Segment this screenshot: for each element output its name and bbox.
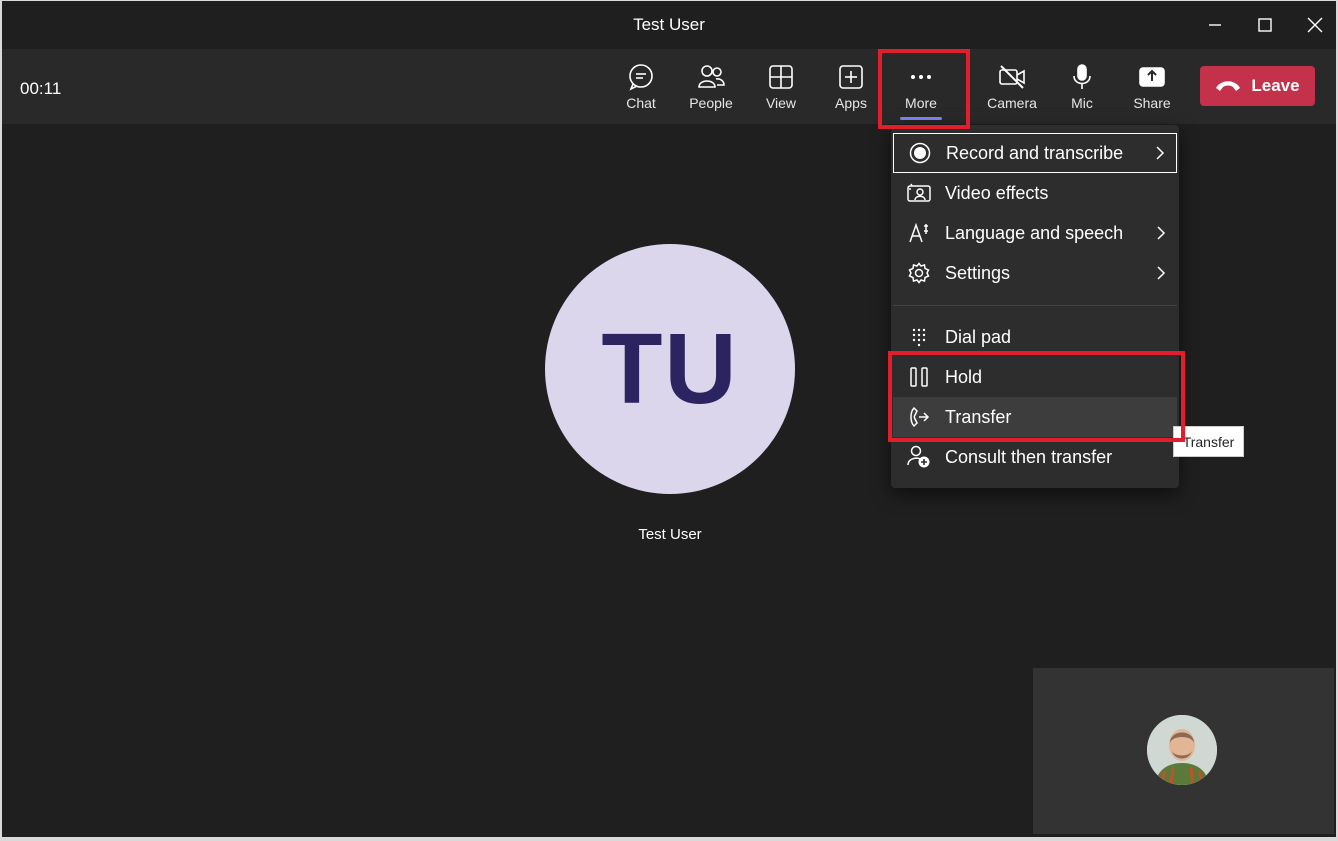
minimize-icon bbox=[1209, 24, 1221, 26]
menu-item-label: Dial pad bbox=[945, 326, 1012, 347]
view-label: View bbox=[765, 95, 797, 111]
phone-hangup-icon bbox=[1216, 81, 1241, 91]
share-label: Share bbox=[1133, 95, 1171, 111]
more-menu: Record and transcribe Video effects Lang… bbox=[891, 125, 1179, 488]
teams-call-window: Test User 00:11 Chat People View Apps Mo… bbox=[2, 1, 1336, 837]
active-indicator bbox=[900, 117, 942, 120]
menu-item-hold[interactable]: Hold bbox=[893, 357, 1177, 397]
maximize-icon bbox=[1258, 18, 1272, 32]
menu-item-consult-then-transfer[interactable]: Consult then transfer bbox=[893, 437, 1177, 477]
video-effects-icon bbox=[893, 183, 945, 203]
participant-name: Test User bbox=[638, 526, 702, 543]
minimize-button[interactable] bbox=[1192, 9, 1238, 41]
maximize-button[interactable] bbox=[1242, 9, 1288, 41]
more-label: More bbox=[905, 95, 937, 111]
call-toolbar: 00:11 Chat People View Apps More Camera … bbox=[2, 49, 1336, 124]
mic-icon bbox=[1068, 63, 1096, 91]
share-button[interactable]: Share bbox=[1117, 49, 1187, 124]
menu-divider bbox=[893, 305, 1177, 306]
camera-button[interactable]: Camera bbox=[977, 49, 1047, 124]
apps-label: Apps bbox=[835, 95, 867, 111]
mic-button[interactable]: Mic bbox=[1047, 49, 1117, 124]
menu-item-language-and-speech[interactable]: Language and speech bbox=[893, 213, 1177, 253]
menu-item-label: Record and transcribe bbox=[946, 142, 1124, 163]
chevron-right-icon bbox=[1144, 145, 1176, 161]
apps-plus-icon bbox=[837, 63, 865, 91]
transfer-icon bbox=[893, 406, 945, 428]
title-bar: Test User bbox=[2, 1, 1336, 49]
apps-button[interactable]: Apps bbox=[816, 49, 886, 124]
menu-item-label: Language and speech bbox=[945, 222, 1124, 243]
menu-item-label: Settings bbox=[945, 262, 1011, 283]
people-button[interactable]: People bbox=[676, 49, 746, 124]
menu-item-label: Consult then transfer bbox=[945, 446, 1113, 467]
chevron-right-icon bbox=[1145, 225, 1177, 241]
close-icon bbox=[1307, 17, 1323, 33]
menu-item-label: Hold bbox=[945, 366, 983, 387]
camera-label: Camera bbox=[987, 95, 1037, 111]
camera-off-icon bbox=[998, 63, 1026, 91]
menu-item-settings[interactable]: Settings bbox=[893, 253, 1177, 293]
participant-avatar: TU bbox=[545, 244, 795, 494]
menu-item-label: Transfer bbox=[945, 406, 1012, 427]
leave-button[interactable]: Leave bbox=[1200, 66, 1315, 106]
record-icon bbox=[894, 142, 946, 164]
view-button[interactable]: View bbox=[746, 49, 816, 124]
chevron-right-icon bbox=[1145, 265, 1177, 281]
chat-icon bbox=[627, 63, 655, 91]
mic-label: Mic bbox=[1071, 95, 1093, 111]
gear-icon bbox=[893, 262, 945, 284]
menu-item-record-and-transcribe[interactable]: Record and transcribe bbox=[893, 133, 1177, 173]
chat-label: Chat bbox=[626, 95, 656, 111]
dialpad-icon bbox=[893, 327, 945, 347]
view-grid-icon bbox=[767, 63, 795, 91]
people-label: People bbox=[689, 95, 733, 111]
menu-item-transfer[interactable]: Transfer bbox=[893, 397, 1177, 437]
leave-label: Leave bbox=[1251, 76, 1300, 95]
self-view-tile[interactable] bbox=[1033, 668, 1334, 834]
menu-item-label: Video effects bbox=[945, 182, 1049, 203]
call-timer: 00:11 bbox=[20, 79, 62, 98]
share-icon bbox=[1138, 63, 1166, 91]
window-title: Test User bbox=[633, 15, 705, 34]
menu-item-dial-pad[interactable]: Dial pad bbox=[893, 317, 1177, 357]
menu-item-video-effects[interactable]: Video effects bbox=[893, 173, 1177, 213]
consult-transfer-icon bbox=[893, 445, 945, 469]
self-avatar-photo bbox=[1147, 715, 1217, 785]
transfer-tooltip: Transfer bbox=[1173, 426, 1244, 457]
language-icon bbox=[893, 222, 945, 244]
more-button[interactable]: More bbox=[886, 49, 956, 124]
people-icon bbox=[697, 63, 725, 91]
pause-icon bbox=[893, 366, 945, 388]
chat-button[interactable]: Chat bbox=[606, 49, 676, 124]
close-button[interactable] bbox=[1292, 9, 1336, 41]
more-dots-icon bbox=[907, 63, 935, 91]
